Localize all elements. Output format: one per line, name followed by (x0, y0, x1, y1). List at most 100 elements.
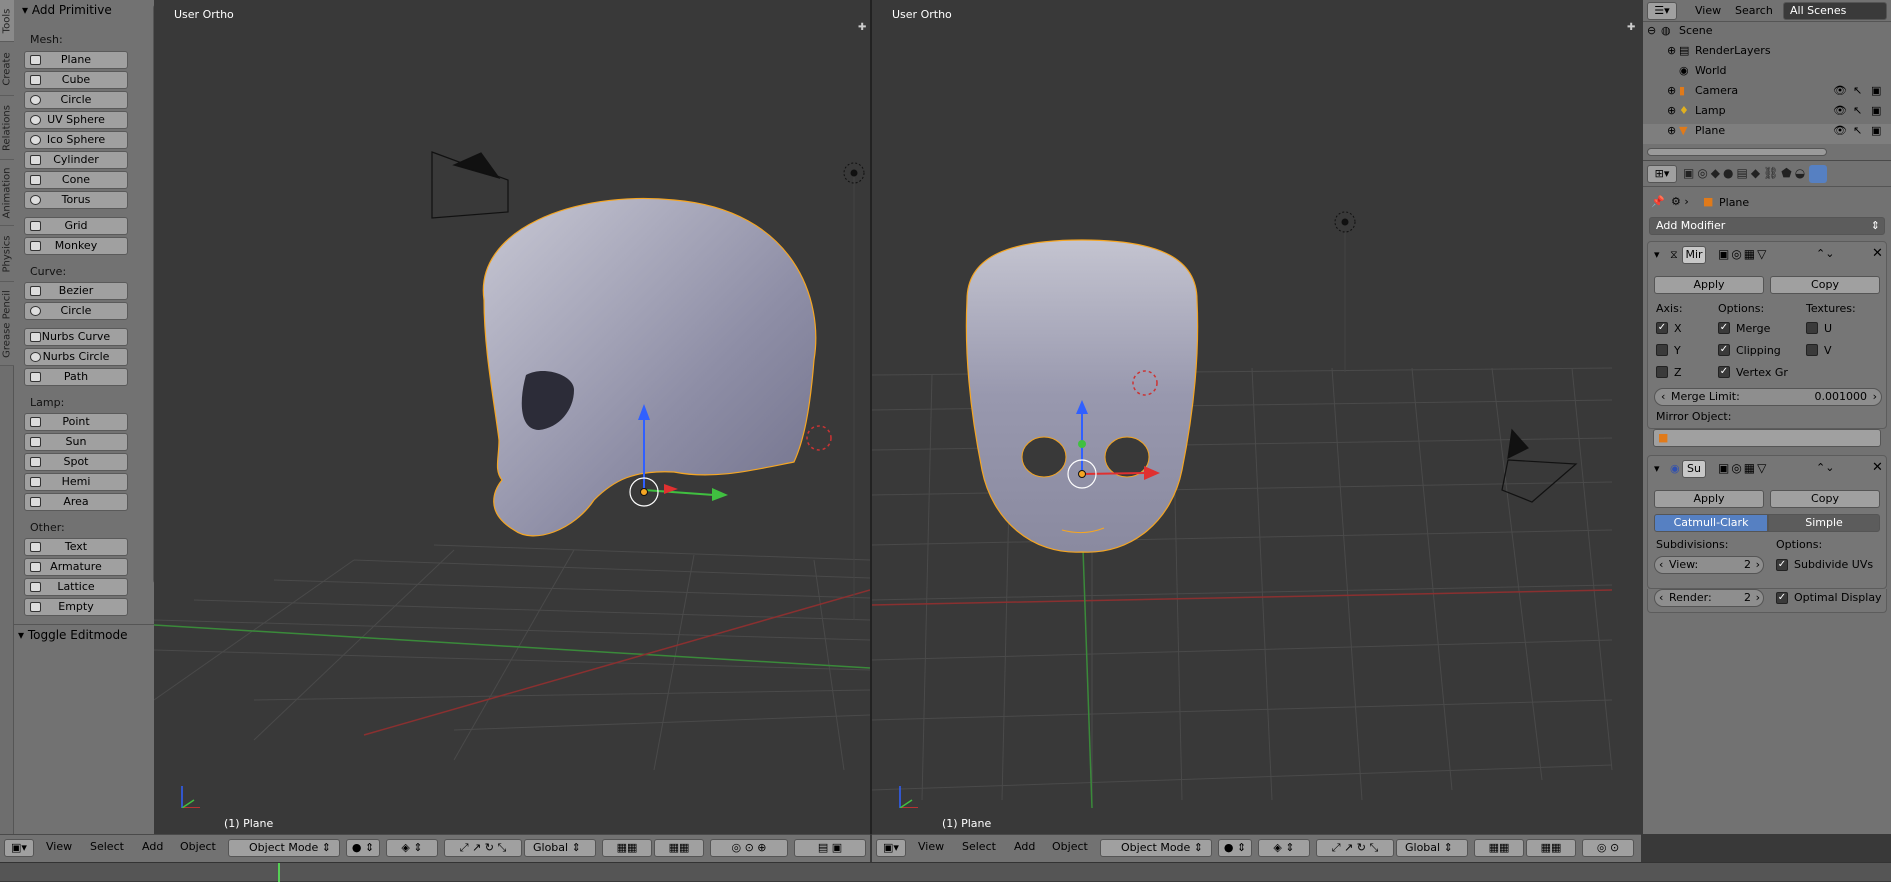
render-camera-icon[interactable]: ▣ (1871, 104, 1881, 117)
expand-icon[interactable]: ⊕ (1667, 44, 1676, 57)
shading-select[interactable]: ● ⇕ (346, 839, 380, 857)
object-menu-right[interactable]: Object (1052, 840, 1088, 853)
add-uv-sphere-button[interactable]: UV Sphere (24, 111, 128, 129)
tab-tools[interactable]: Tools (0, 0, 14, 42)
outliner-row-lamp[interactable]: ⊕ ♦ Lamp 👁 ↖ ▣ (1643, 104, 1891, 124)
y-gizmo-head[interactable] (712, 488, 728, 501)
pin-icon[interactable]: 📌 (1651, 195, 1665, 208)
toggle-editmode-header[interactable]: ▾ Toggle Editmode (18, 628, 128, 642)
layers-block-right-2[interactable]: ▦▦ (1526, 839, 1576, 857)
manipulator-buttons-right[interactable]: ⤢ ↗ ↻ ⤡ (1316, 839, 1394, 857)
select-arrow-icon[interactable]: ↖ (1853, 124, 1862, 137)
manipulator-buttons[interactable]: ⤢ ↗ ↻ ⤡ (444, 839, 522, 857)
viewport-split-handle[interactable]: ✚ (858, 22, 868, 33)
editor-type-button[interactable]: ▣▾ (4, 839, 34, 857)
subsurf-name-field[interactable]: Su (1682, 460, 1706, 478)
outliner-scrollbar[interactable] (1647, 148, 1827, 156)
add-armature-button[interactable]: Armature (24, 558, 128, 576)
add-monkey-button[interactable]: Monkey (24, 237, 128, 255)
select-arrow-icon[interactable]: ↖ (1853, 104, 1862, 117)
timeline[interactable] (0, 862, 1891, 882)
object-menu[interactable]: Object (180, 840, 216, 853)
shading-select-right[interactable]: ● ⇕ (1218, 839, 1252, 857)
increment-icon[interactable]: › (1873, 389, 1877, 405)
pivot-select-right[interactable]: ◈ ⇕ (1258, 839, 1310, 857)
add-text-button[interactable]: Text (24, 538, 128, 556)
increment-icon[interactable]: › (1756, 590, 1760, 606)
texture-u-checkbox[interactable] (1806, 322, 1818, 334)
layers-block-right-1[interactable]: ▦▦ (1474, 839, 1524, 857)
add-plane-button[interactable]: Plane (24, 51, 128, 69)
texture-v-checkbox[interactable] (1806, 344, 1818, 356)
add-menu-right[interactable]: Add (1014, 840, 1035, 853)
head-mesh-front[interactable] (965, 239, 1199, 553)
tab-create[interactable]: Create (0, 42, 14, 96)
mirror-display-toggles[interactable]: ▣◎▦▽ (1718, 247, 1768, 261)
viewport-right[interactable]: User Ortho (1) Plane ✚ (872, 0, 1641, 834)
outliner-view-menu[interactable]: View (1695, 4, 1721, 17)
mirror-apply-button[interactable]: Apply (1654, 276, 1764, 294)
add-empty-button[interactable]: Empty (24, 598, 128, 616)
x-gizmo-arrow-right[interactable] (1081, 472, 1148, 475)
render-camera-icon[interactable]: ▣ (1871, 124, 1881, 137)
select-menu[interactable]: Select (90, 840, 124, 853)
mirror-object-field[interactable]: ■ (1653, 429, 1881, 447)
head-mesh-side[interactable] (482, 197, 817, 537)
expand-icon[interactable]: ⊕ (1667, 104, 1676, 117)
properties-context-tabs[interactable]: ▣◎◆●▤◆⛓⬟◒▦ (1683, 166, 1887, 184)
simple-toggle[interactable]: Simple (1768, 514, 1880, 532)
add-menu[interactable]: Add (142, 840, 163, 853)
viewport-left[interactable]: User Ortho (1) Plane ✚ (154, 0, 870, 834)
tab-animation[interactable]: Animation (0, 160, 14, 226)
tab-grease-pencil[interactable]: Grease Pencil (0, 282, 14, 366)
select-menu-right[interactable]: Select (962, 840, 996, 853)
expand-icon[interactable]: ⊕ (1667, 84, 1676, 97)
add-bezier-button[interactable]: Bezier (24, 282, 128, 300)
outliner-editor-type[interactable]: ☰▾ (1647, 2, 1677, 20)
y-gizmo-head-right[interactable] (1078, 440, 1086, 448)
outliner-row-renderlayers[interactable]: ⊕ ▤ RenderLayers (1643, 44, 1891, 64)
tab-relations[interactable]: Relations (0, 96, 14, 160)
collapse-arrow-icon[interactable]: ▾ (1654, 462, 1660, 475)
add-lattice-button[interactable]: Lattice (24, 578, 128, 596)
add-primitive-header[interactable]: ▾ Add Primitive (22, 3, 112, 17)
subsurf-apply-button[interactable]: Apply (1654, 490, 1764, 508)
add-nurbs-circle-button[interactable]: Nurbs Circle (24, 348, 128, 366)
scene-filter-select[interactable]: All Scenes (1783, 2, 1887, 20)
mirror-copy-button[interactable]: Copy (1770, 276, 1880, 294)
add-cube-button[interactable]: Cube (24, 71, 128, 89)
add-nurbs-curve-button[interactable]: Nurbs Curve (24, 328, 128, 346)
orientation-select-right[interactable]: Global ⇕ (1396, 839, 1468, 857)
mode-select[interactable]: Object Mode ⇕ (228, 839, 340, 857)
outliner-row-plane[interactable]: ⊕ ▼ Plane 👁 ↖ ▣ (1643, 124, 1891, 144)
snap-buttons[interactable]: ◎ ⊙ ⊕ (710, 839, 788, 857)
add-circle-button[interactable]: Circle (24, 91, 128, 109)
tab-physics[interactable]: Physics (0, 226, 14, 282)
mirror-name-field[interactable]: Mir (1682, 246, 1706, 264)
subdivide-uvs-checkbox[interactable]: ✓ (1776, 559, 1788, 571)
outliner-row-camera[interactable]: ⊕ ▮ Camera 👁 ↖ ▣ (1643, 84, 1891, 104)
add-curve-circle-button[interactable]: Circle (24, 302, 128, 320)
vertex-groups-checkbox[interactable]: ✓ (1718, 366, 1730, 378)
outliner-search-menu[interactable]: Search (1735, 4, 1773, 17)
decrement-icon[interactable]: ‹ (1661, 389, 1665, 405)
layers-block-2[interactable]: ▦▦ (654, 839, 704, 857)
collapse-arrow-icon[interactable]: ▾ (1654, 248, 1660, 261)
visibility-eye-icon[interactable]: 👁 (1833, 104, 1847, 117)
select-arrow-icon[interactable]: ↖ (1853, 84, 1862, 97)
outliner-row-world[interactable]: ◉ World (1643, 64, 1891, 84)
merge-limit-field[interactable]: ‹ Merge Limit: 0.001000 › (1654, 388, 1882, 406)
visibility-eye-icon[interactable]: 👁 (1833, 84, 1847, 97)
add-cylinder-button[interactable]: Cylinder (24, 151, 128, 169)
add-path-button[interactable]: Path (24, 368, 128, 386)
add-hemi-lamp-button[interactable]: Hemi (24, 473, 128, 491)
add-modifier-select[interactable]: Add Modifier ⇕ (1649, 217, 1885, 235)
pivot-select[interactable]: ◈ ⇕ (386, 839, 438, 857)
expand-icon[interactable]: ⊕ (1667, 124, 1676, 137)
orientation-select[interactable]: Global ⇕ (524, 839, 596, 857)
decrement-icon[interactable]: ‹ (1659, 557, 1663, 573)
subsurf-display-toggles[interactable]: ▣◎▦▽ (1718, 461, 1768, 475)
render-camera-icon[interactable]: ▣ (1871, 84, 1881, 97)
collapse-icon[interactable]: ⊖ (1647, 24, 1656, 37)
snap-buttons-right[interactable]: ◎ ⊙ (1582, 839, 1634, 857)
